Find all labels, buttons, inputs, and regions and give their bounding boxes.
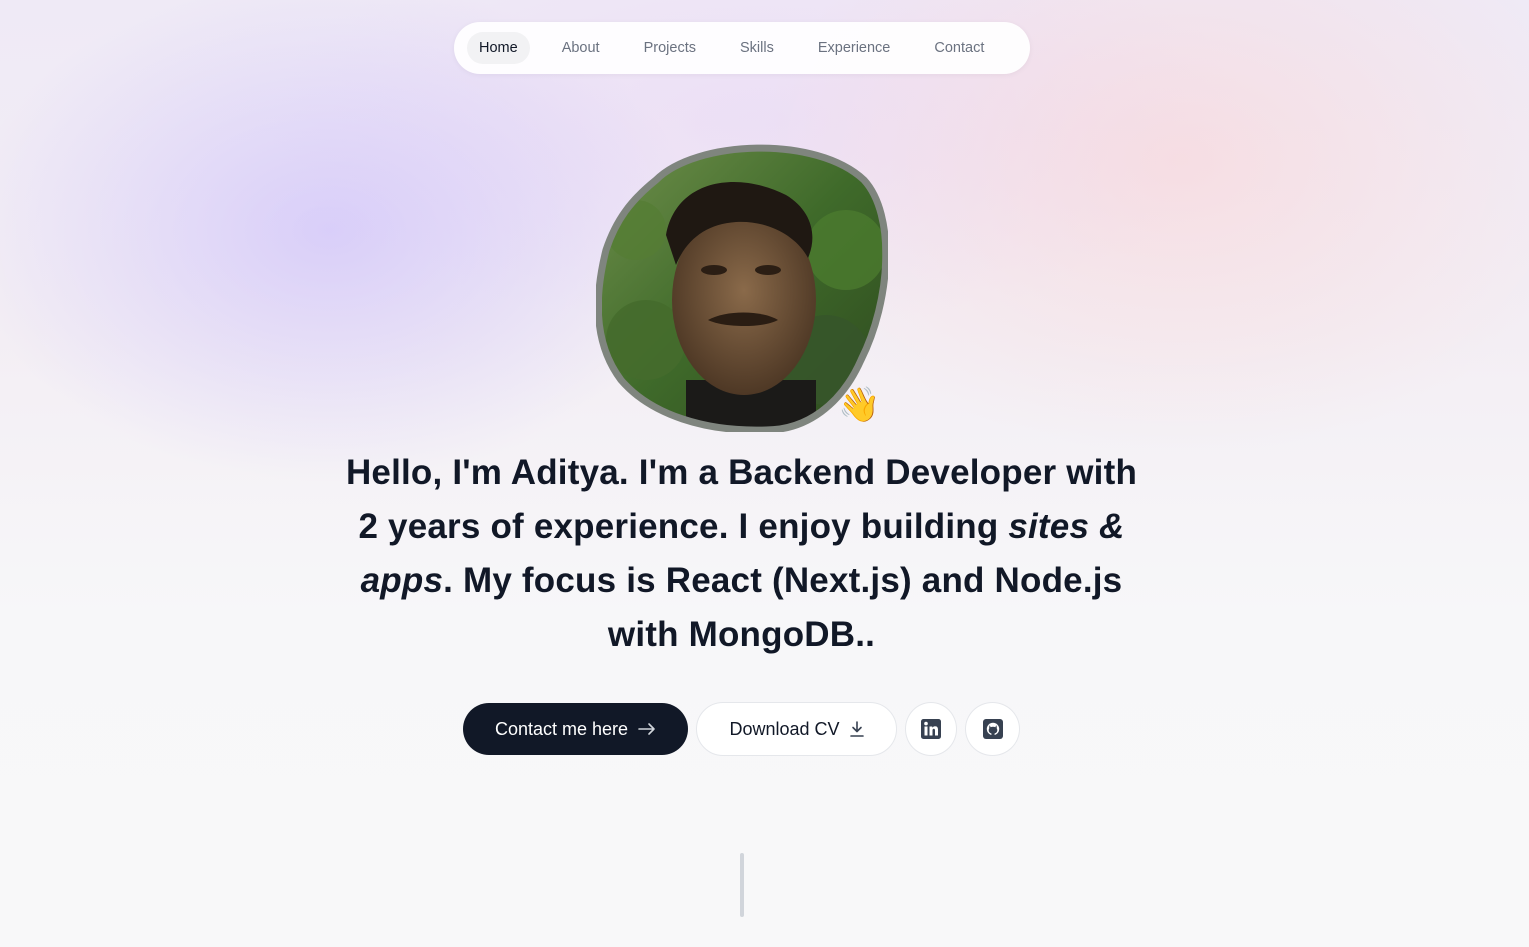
github-button[interactable] xyxy=(965,702,1020,756)
arrow-right-icon xyxy=(638,723,655,735)
nav-item-experience[interactable]: Experience xyxy=(806,32,903,64)
scroll-divider xyxy=(740,853,744,917)
top-nav: Home About Projects Skills Experience Co… xyxy=(454,22,1030,74)
download-cv-label: Download CV xyxy=(729,718,840,739)
linkedin-icon xyxy=(921,719,941,739)
nav-item-projects[interactable]: Projects xyxy=(632,32,708,64)
headline-text: . My focus is xyxy=(443,561,666,600)
waving-hand-icon: 👋 xyxy=(838,386,881,424)
contact-button-label: Contact me here xyxy=(494,718,629,739)
nav-item-contact[interactable]: Contact xyxy=(922,32,996,64)
headline-text: of experience. I enjoy building xyxy=(480,507,1009,546)
nav-item-skills[interactable]: Skills xyxy=(728,32,786,64)
nav-item-home[interactable]: Home xyxy=(467,32,530,64)
download-icon xyxy=(849,721,864,737)
download-cv-button[interactable]: Download CV xyxy=(696,702,897,756)
contact-button[interactable]: Contact me here xyxy=(463,703,688,755)
headline-years: 2 years xyxy=(358,507,481,546)
headline-text: .. xyxy=(855,615,876,654)
linkedin-button[interactable] xyxy=(905,702,957,756)
headline-react: React (Next.js) xyxy=(665,561,912,600)
hero-headline: Hello, I'm Aditya. I'm a Backend Develop… xyxy=(340,446,1143,662)
nav-item-about[interactable]: About xyxy=(550,32,612,64)
headline-text: with xyxy=(1056,453,1138,492)
headline-role: Backend Developer xyxy=(728,453,1057,492)
github-icon xyxy=(982,719,1003,739)
headline-greeting: Hello, I'm Aditya. xyxy=(345,453,629,492)
headline-text: I'm a xyxy=(628,453,729,492)
